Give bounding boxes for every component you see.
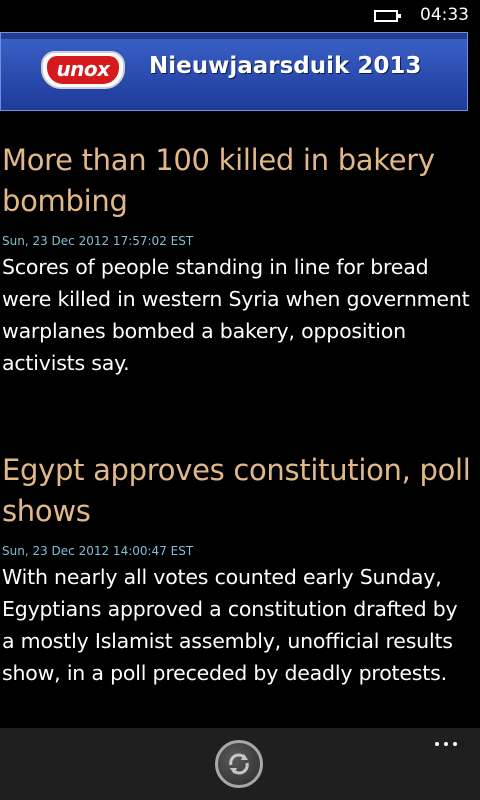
ad-top-strip xyxy=(1,33,467,39)
clock: 04:33 xyxy=(420,5,469,25)
refresh-icon xyxy=(229,753,249,775)
ad-text: Nieuwjaarsduik 2013 xyxy=(149,53,422,79)
refresh-button[interactable] xyxy=(215,740,263,788)
news-item[interactable]: Egypt approves constitution, poll shows … xyxy=(2,450,472,689)
battery-icon xyxy=(374,10,401,22)
unox-logo-text: unox xyxy=(47,56,119,84)
news-item[interactable]: More than 100 killed in bakery bombing S… xyxy=(2,140,472,379)
news-summary: With nearly all votes counted early Sund… xyxy=(2,565,458,685)
more-icon xyxy=(453,742,457,746)
news-summary: Scores of people standing in line for br… xyxy=(2,255,470,375)
news-date: Sun, 23 Dec 2012 17:57:02 EST xyxy=(2,234,194,248)
news-date: Sun, 23 Dec 2012 14:00:47 EST xyxy=(2,544,194,558)
more-button[interactable] xyxy=(426,734,466,754)
ad-banner[interactable]: unox Nieuwjaarsduik 2013 xyxy=(0,32,468,111)
more-icon xyxy=(435,742,439,746)
app-bar xyxy=(0,728,480,800)
more-icon xyxy=(444,742,448,746)
unox-logo: unox xyxy=(41,51,125,89)
status-bar: 04:33 xyxy=(0,0,480,32)
news-title[interactable]: Egypt approves constitution, poll shows xyxy=(2,450,472,532)
news-title[interactable]: More than 100 killed in bakery bombing xyxy=(2,140,472,222)
